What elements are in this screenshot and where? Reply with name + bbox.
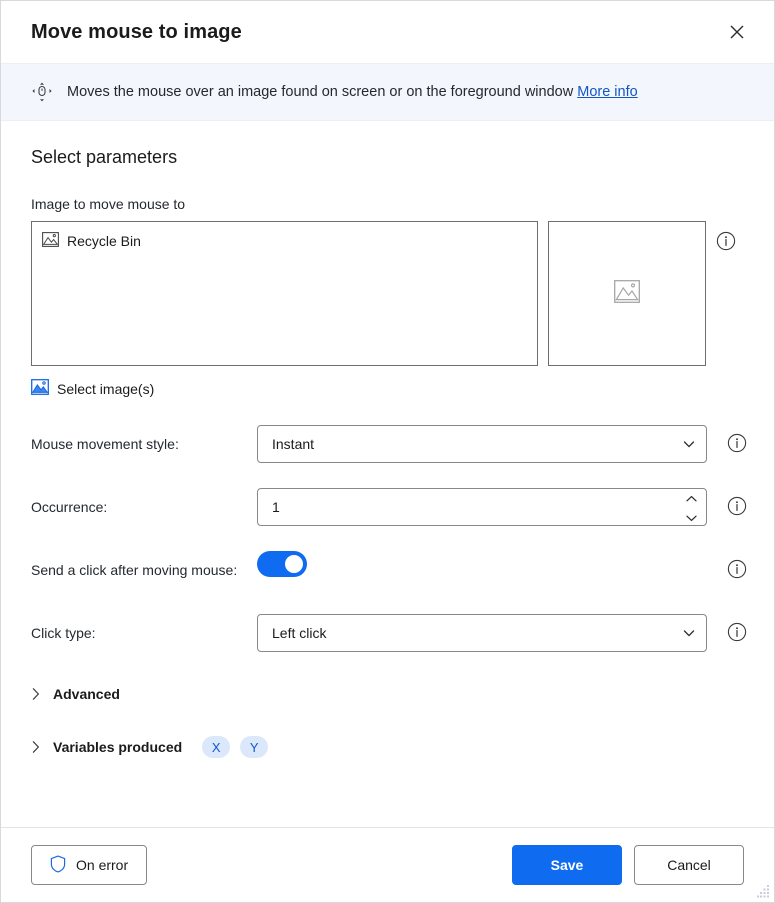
description-banner: Moves the mouse over an image found on s… [1,63,774,121]
variables-produced-label: Variables produced [53,739,183,755]
control-mouse-movement-style: Instant [257,425,707,463]
chevron-up-icon[interactable] [685,490,698,506]
move-mouse-icon [31,81,53,103]
row-send-click-after-moving-mouse: Send a click after moving mouse: [31,551,747,589]
control-click-type: Left click [257,614,707,652]
dialog-body: Select parameters Image to move mouse to… [1,121,774,827]
banner-description: Moves the mouse over an image found on s… [67,83,574,100]
mouse-movement-style-dropdown[interactable]: Instant [257,425,707,463]
info-icon-send-click[interactable] [727,559,749,581]
row-occurrence: Occurrence: 1 [31,488,747,526]
occurrence-value: 1 [272,499,280,515]
more-info-link[interactable]: More info [577,84,637,100]
row-click-type: Click type: Left click [31,614,747,652]
on-error-button[interactable]: On error [31,845,148,885]
select-images-label: Select image(s) [57,380,155,397]
advanced-label: Advanced [53,686,120,702]
title-bar: Move mouse to image [1,1,774,63]
move-mouse-to-image-dialog: Move mouse to image Moves the mouse over… [0,0,775,903]
save-button[interactable]: Save [512,845,622,885]
quantity-stepper[interactable] [685,490,698,525]
page-title: Move mouse to image [31,20,242,43]
image-icon-blue [31,379,49,398]
chevron-right-icon [31,687,41,701]
chevron-down-icon [682,626,696,640]
info-icon-click-type[interactable] [727,622,749,644]
chevron-down-icon [682,437,696,451]
shield-icon [50,855,66,876]
cancel-button[interactable]: Cancel [634,845,744,885]
label-mouse-movement-style: Mouse movement style: [31,436,179,452]
occurrence-input[interactable]: 1 [257,488,707,526]
section-title: Select parameters [31,147,178,167]
image-icon [42,232,59,250]
click-type-value: Left click [272,625,327,641]
control-occurrence: 1 [257,488,707,526]
variable-pill-list: X Y [202,736,269,758]
image-preview-panel[interactable] [548,221,706,366]
info-icon-image-field[interactable] [716,231,738,253]
image-placeholder-icon [614,279,640,308]
variables-produced-expander[interactable]: Variables produced X Y [31,736,744,758]
info-icon-mouse-movement-style[interactable] [727,433,749,455]
image-field-label: Image to move mouse to [31,196,186,212]
on-error-label: On error [76,857,129,873]
control-send-click-toggle [257,551,707,589]
mouse-movement-style-value: Instant [272,436,315,452]
image-selection-row: Recycle Bin [31,221,744,366]
close-icon [729,24,745,40]
send-click-toggle[interactable] [257,551,307,577]
list-item[interactable]: Recycle Bin [40,230,529,252]
resize-grip-icon[interactable] [757,885,770,898]
status-badge[interactable]: Y [240,736,269,758]
label-click-type: Click type: [31,625,96,641]
advanced-expander[interactable]: Advanced [31,686,744,702]
chevron-right-icon [31,740,41,754]
dialog-footer: On error Save Cancel [1,827,774,902]
label-occurrence: Occurrence: [31,499,108,515]
status-badge[interactable]: X [202,736,231,758]
click-type-dropdown[interactable]: Left click [257,614,707,652]
row-mouse-movement-style: Mouse movement style: Instant [31,425,747,463]
toggle-knob [285,555,303,573]
label-send-click-after-moving-mouse: Send a click after moving mouse: [31,562,238,578]
banner-text-wrap: Moves the mouse over an image found on s… [67,83,638,102]
info-icon-occurrence[interactable] [727,496,749,518]
list-item-label: Recycle Bin [67,233,141,249]
select-images-link[interactable]: Select image(s) [31,379,154,398]
chevron-down-icon[interactable] [685,509,698,525]
image-list[interactable]: Recycle Bin [31,221,538,366]
close-button[interactable] [714,12,760,52]
footer-action-buttons: Save Cancel [512,845,744,885]
